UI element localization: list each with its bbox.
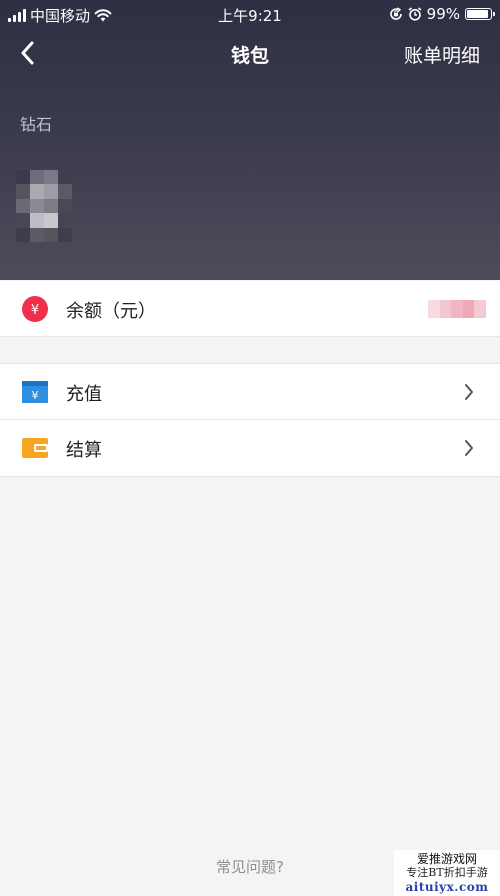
- status-right: 99%: [389, 5, 495, 23]
- battery-icon: [465, 8, 495, 20]
- watermark-site-name: 爱推游戏网: [416, 852, 477, 866]
- yen-badge-icon: ¥: [22, 296, 48, 322]
- recharge-card-icon: ¥: [22, 381, 48, 403]
- balance-label: 余额（元）: [66, 301, 156, 322]
- balance-row: ¥ 余额（元）: [0, 281, 500, 337]
- wallet-icon: [22, 438, 48, 458]
- pixelated-redacted-value: [16, 170, 72, 242]
- recharge-row[interactable]: ¥ 充值: [0, 363, 500, 420]
- watermark-slogan: 专注BT折扣手游: [406, 866, 488, 879]
- back-button[interactable]: [10, 36, 44, 70]
- alarm-icon: [408, 7, 422, 21]
- navigation-bar: 钱包 账单明细: [0, 30, 500, 76]
- orientation-lock-icon: [389, 7, 402, 20]
- wallet-header: 中国移动 上午9:21 99% 钱包 账单明细 钻石: [0, 0, 500, 280]
- site-watermark: 爱推游戏网 专注BT折扣手游 aituiyx.com: [394, 850, 500, 896]
- settlement-label: 结算: [66, 440, 102, 461]
- recharge-label: 充值: [66, 384, 102, 405]
- status-bar: 中国移动 上午9:21 99%: [0, 0, 500, 30]
- bill-details-button[interactable]: 账单明细: [404, 41, 480, 68]
- pixelated-balance-value: [428, 300, 486, 318]
- chevron-right-icon: [465, 384, 473, 400]
- watermark-url: aituiyx.com: [405, 880, 489, 894]
- settlement-row[interactable]: 结算: [0, 420, 500, 477]
- battery-percent: 99%: [426, 5, 460, 23]
- chevron-right-icon: [465, 440, 473, 456]
- recharge-yen-symbol: ¥: [32, 389, 39, 402]
- battery-level: [467, 10, 488, 18]
- chevron-left-icon: [21, 41, 34, 65]
- diamond-label: 钻石: [20, 115, 53, 134]
- wallet-screen: 中国移动 上午9:21 99% 钱包 账单明细 钻石 ¥ 余额（元） ¥ 充值 …: [0, 0, 500, 896]
- yen-symbol: ¥: [31, 303, 39, 318]
